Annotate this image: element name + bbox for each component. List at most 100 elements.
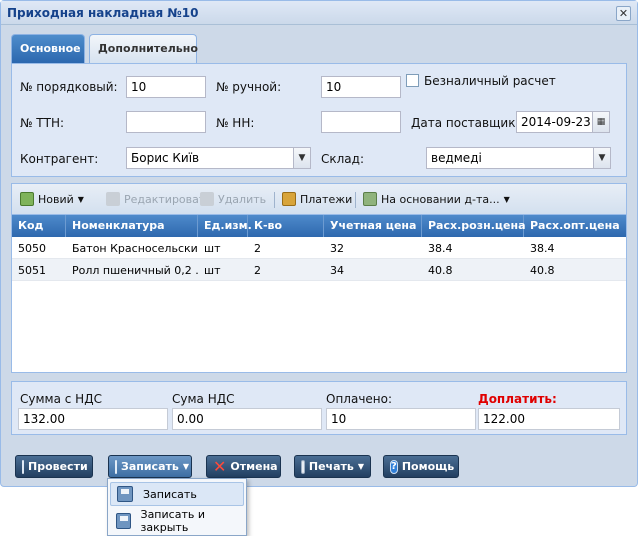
cell-name: Ролл пшеничный 0,2 ... — [72, 264, 198, 277]
based-on-button[interactable]: На основании д-та... ▼ — [363, 192, 510, 206]
menu-item-save-label: Записать — [143, 487, 197, 501]
edit-icon — [106, 192, 120, 206]
close-icon[interactable]: ✕ — [616, 6, 631, 21]
cell-account-price: 32 — [330, 242, 344, 255]
new-button[interactable]: Новий ▼ — [20, 192, 84, 206]
save-button-label: Записать — [121, 460, 179, 473]
table-row[interactable]: 5050 Батон Красносельски... шт 2 32 38.4… — [12, 237, 626, 259]
post-button-label: Провести — [28, 460, 88, 473]
ttn-field[interactable] — [126, 111, 206, 133]
window-titlebar[interactable]: Приходная накладная №10 ✕ — [1, 1, 637, 25]
cell-unit: шт — [204, 264, 221, 277]
nn-field[interactable] — [321, 111, 401, 133]
chevron-down-icon: ▼ — [503, 194, 510, 204]
cell-code: 5050 — [18, 242, 46, 255]
items-grid: Новий ▼ Редактировать Удалить Платежи На… — [11, 183, 627, 373]
floppy-icon — [116, 513, 131, 529]
window-title: Приходная накладная №10 — [7, 6, 199, 20]
chevron-down-icon: ▼ — [357, 462, 364, 471]
print-button-label: Печать — [308, 460, 354, 473]
cell-name: Батон Красносельски... — [72, 242, 198, 255]
toolbar-separator — [274, 192, 275, 208]
cashless-checkbox[interactable] — [406, 74, 419, 87]
save-button[interactable]: Записать ▼ — [108, 455, 192, 478]
grid-header: Код Номенклатура Ед.изм. К-во Учетная це… — [12, 215, 626, 237]
table-row[interactable]: 5051 Ролл пшеничный 0,2 ... шт 2 34 40.8… — [12, 259, 626, 281]
warehouse-value: ведмеді — [431, 151, 482, 165]
chevron-down-icon: ▼ — [77, 194, 84, 204]
cell-wholesale-price: 38.4 — [530, 242, 555, 255]
chevron-down-icon: ▼ — [182, 462, 189, 471]
chevron-down-icon[interactable]: ▼ — [593, 148, 610, 168]
order-no-label: № порядковый: — [20, 80, 118, 94]
close-icon: ✕ — [213, 456, 227, 476]
chevron-down-icon[interactable]: ▼ — [293, 148, 310, 168]
invoice-window: Приходная накладная №10 ✕ Основное Допол… — [0, 0, 638, 487]
based-on-button-label: На основании д-та... — [381, 192, 500, 206]
cancel-button-label: Отмена — [230, 460, 278, 473]
cell-unit: шт — [204, 242, 221, 255]
print-button[interactable]: Печать ▼ — [294, 455, 371, 478]
delete-button-label: Удалить — [218, 192, 267, 206]
header-form: № порядковый: 10 № ручной: 10 Безналичны… — [11, 63, 627, 177]
column-header-account-price[interactable]: Учетная цена — [324, 215, 422, 237]
delete-icon — [200, 192, 214, 206]
coins-icon — [282, 192, 296, 206]
add-icon — [20, 192, 34, 206]
column-header-unit[interactable]: Ед.изм. — [198, 215, 252, 237]
menu-item-save-and-close-label: Записать и закрыть — [140, 508, 205, 534]
printer-icon — [301, 459, 305, 474]
contractor-label: Контрагент: — [20, 152, 99, 166]
vat-field[interactable]: 0.00 — [172, 408, 322, 430]
new-button-label: Новий — [38, 192, 74, 206]
ttn-label: № ТТН: — [20, 116, 65, 130]
document-icon — [22, 459, 24, 474]
edit-button[interactable]: Редактировать — [106, 192, 212, 206]
payments-button[interactable]: Платежи — [282, 192, 352, 206]
menu-item-save-and-close[interactable]: Записать и закрыть — [110, 508, 244, 534]
grid-toolbar: Новий ▼ Редактировать Удалить Платежи На… — [12, 184, 626, 215]
sum-vat-label: Сумма с НДС — [20, 392, 102, 406]
document-arrow-icon — [363, 192, 377, 206]
vat-label: Сума НДС — [172, 392, 235, 406]
edit-button-label: Редактировать — [124, 192, 212, 206]
supplier-date-label: Дата поставщика: — [411, 116, 527, 130]
column-header-retail-price[interactable]: Расх.розн.цена — [422, 215, 526, 237]
sum-vat-field[interactable]: 132.00 — [18, 408, 168, 430]
help-button[interactable]: ? Помощь — [383, 455, 459, 478]
tab-additional[interactable]: Дополнительно — [89, 34, 198, 64]
cancel-button[interactable]: ✕ Отмена — [206, 455, 281, 478]
cell-code: 5051 — [18, 264, 46, 277]
delete-button[interactable]: Удалить — [200, 192, 266, 206]
cell-qty: 2 — [254, 242, 261, 255]
column-header-code[interactable]: Код — [12, 215, 66, 237]
menu-item-save[interactable]: Записать — [110, 482, 244, 506]
help-button-label: Помощь — [401, 460, 455, 473]
payments-button-label: Платежи — [300, 192, 353, 206]
column-header-name[interactable]: Номенклатура — [66, 215, 198, 237]
warehouse-combo[interactable]: ведмеді ▼ — [426, 147, 611, 169]
floppy-icon — [117, 486, 133, 502]
cell-retail-price: 38.4 — [428, 242, 453, 255]
nn-label: № НН: — [216, 116, 255, 130]
toolbar-separator — [355, 192, 356, 208]
totals-panel: Сумма с НДС 132.00 Сума НДС 0.00 Оплачен… — [11, 381, 627, 435]
save-dropdown-menu: Записать Записать и закрыть — [107, 478, 247, 536]
column-header-qty[interactable]: К-во — [248, 215, 324, 237]
cell-qty: 2 — [254, 264, 261, 277]
tab-main[interactable]: Основное — [11, 34, 85, 64]
floppy-icon — [115, 459, 117, 474]
post-button[interactable]: Провести — [15, 455, 93, 478]
manual-no-field[interactable]: 10 — [321, 76, 401, 98]
calendar-icon[interactable]: ▦ — [592, 112, 609, 132]
due-field[interactable]: 122.00 — [478, 408, 620, 430]
order-no-field[interactable]: 10 — [126, 76, 206, 98]
manual-no-label: № ручной: — [216, 80, 282, 94]
supplier-date-field[interactable]: 2014-09-23 ▦ — [516, 111, 610, 133]
column-header-wholesale-price[interactable]: Расх.опт.цена — [524, 215, 626, 237]
due-label: Доплатить: — [478, 392, 557, 406]
paid-label: Оплачено: — [326, 392, 393, 406]
cashless-label: Безналичный расчет — [424, 74, 556, 88]
contractor-combo[interactable]: Борис Київ ▼ — [126, 147, 311, 169]
paid-field[interactable]: 10 — [326, 408, 476, 430]
